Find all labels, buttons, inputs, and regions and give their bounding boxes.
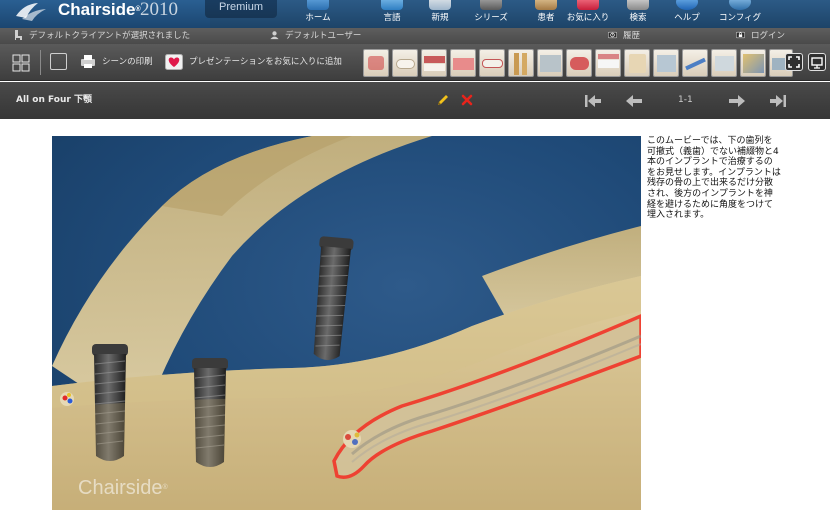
scene-thumbnail[interactable] [624,49,650,77]
brand-name: Chairside® [58,0,141,19]
history-button[interactable]: 履歴 [608,28,640,44]
scene-navigation-bar: All on Four 下顎 1-1 [0,82,830,119]
mandible-implant-render [52,136,641,510]
home-icon [307,0,329,10]
scene-thumbnail[interactable] [508,49,534,77]
search-icon [627,0,649,10]
scene-thumbnail[interactable] [537,49,563,77]
scene-title: All on Four 下顎 [16,95,92,105]
scene-thumbnail[interactable] [363,49,389,77]
scene-thumbnail[interactable] [392,49,418,77]
clock-icon [608,31,617,39]
pencil-icon[interactable] [436,93,450,107]
app-window: Chairside® 2010 Premium ホーム 言語 新規 シリーズ 患… [0,0,830,510]
scene-thumbnail[interactable] [682,49,708,77]
nav-config-button[interactable]: コンフィグ [712,0,768,28]
scene-thumbnail[interactable] [711,49,737,77]
heart-icon [165,54,183,70]
first-page-icon[interactable] [584,94,602,108]
scene-thumbnail[interactable] [566,49,592,77]
chairside-watermark: Chairside® [78,477,168,499]
user-status[interactable]: デフォルトユーザー [270,28,361,44]
expand-icon [788,56,800,68]
help-icon [676,0,698,10]
page-counter: 1-1 [678,95,693,105]
chair-icon [15,30,22,40]
next-page-icon[interactable] [728,94,746,108]
edition-badge: Premium [205,0,277,18]
scene-thumbnail[interactable] [740,49,766,77]
language-icon [381,0,403,10]
toolbar-divider [40,50,41,75]
nav-home-button[interactable]: ホーム [290,0,346,28]
previous-page-icon[interactable] [625,94,643,108]
presentation-icon [811,57,823,69]
brand-year: 2010 [140,0,178,20]
app-header: Chairside® 2010 Premium ホーム 言語 新規 シリーズ 患… [0,0,830,28]
client-status[interactable]: デフォルトクライアントが選択されました [14,28,190,44]
config-icon [729,0,751,10]
nav-favorites-button[interactable]: お気に入り [560,0,616,28]
scene-thumbnail[interactable] [450,49,476,77]
user-icon [270,31,279,40]
nav-search-button[interactable]: 検索 [610,0,666,28]
favorites-icon [577,0,599,10]
layout-grid-icon[interactable] [12,54,30,72]
scene-info-button[interactable] [50,53,67,70]
nav-series-button[interactable]: シリーズ [463,0,519,28]
new-icon [429,0,451,10]
scene-thumbnail[interactable] [479,49,505,77]
logo: Chairside® 2010 [0,0,210,28]
fullscreen-button[interactable] [785,53,803,71]
content-area: Chairside® このムービーでは、下の歯列を可撤式（義歯）でない補綴物と4… [0,120,830,510]
series-icon [480,0,502,10]
nav-new-button[interactable]: 新規 [412,0,468,28]
lock-icon [736,31,745,39]
patient-icon [535,0,557,10]
nav-help-button[interactable]: ヘルプ [659,0,715,28]
scene-thumbnail[interactable] [421,49,447,77]
last-page-icon[interactable] [769,94,787,108]
chairside-logo-icon [16,3,46,21]
dental-implant-illustration: Chairside® [52,136,641,510]
status-bar: デフォルトクライアントが選択されました デフォルトユーザー 履歴 ログイン [0,28,830,44]
scene-description: このムービーでは、下の歯列を可撤式（義歯）でない補綴物と4本のインプラントで治療… [647,136,781,221]
printer-icon [81,55,95,68]
scene-thumbnail[interactable] [653,49,679,77]
delete-icon[interactable] [460,93,474,107]
scene-thumbnail[interactable] [595,49,621,77]
toolbar: シーンの印刷 プレゼンテーションをお気に入りに追加 [0,44,830,81]
login-button[interactable]: ログイン [736,28,785,44]
presentation-mode-button[interactable] [808,53,826,71]
